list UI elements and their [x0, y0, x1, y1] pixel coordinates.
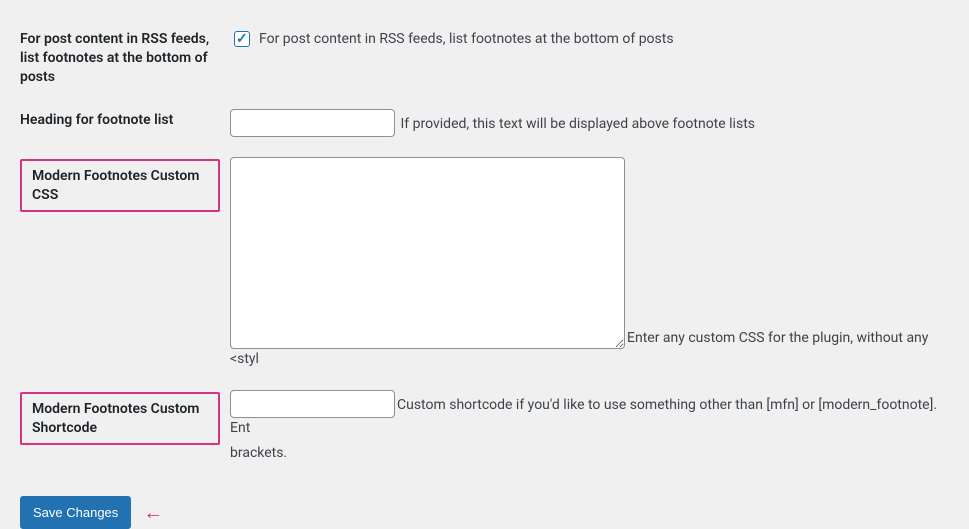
arrow-annotation-icon: ← — [143, 502, 163, 522]
row-custom-css: Modern Footnotes Custom CSS Enter any cu… — [20, 147, 949, 380]
heading-input[interactable] — [230, 109, 395, 137]
save-changes-button[interactable]: Save Changes — [20, 496, 131, 529]
rss-checkbox-label[interactable]: For post content in RSS feeds, list foot… — [230, 28, 949, 50]
submit-row: Save Changes ← — [20, 496, 949, 529]
row-label-shortcode: Modern Footnotes Custom Shortcode — [20, 392, 220, 446]
row-label-css: Modern Footnotes Custom CSS — [20, 159, 220, 213]
custom-css-textarea[interactable] — [230, 157, 625, 349]
row-rss-footnotes: For post content in RSS feeds, list foot… — [20, 18, 949, 99]
rss-checkbox-text: For post content in RSS feeds, list foot… — [259, 29, 674, 50]
row-custom-shortcode: Modern Footnotes Custom Shortcode Custom… — [20, 380, 949, 474]
row-label-heading: Heading for footnote list — [20, 112, 173, 128]
row-label-rss: For post content in RSS feeds, list foot… — [20, 31, 209, 85]
shortcode-input[interactable] — [230, 390, 395, 418]
settings-form-table: For post content in RSS feeds, list foot… — [20, 18, 949, 474]
row-heading: Heading for footnote list If provided, t… — [20, 99, 949, 147]
shortcode-desc-2: brackets. — [230, 443, 949, 464]
rss-checkbox[interactable] — [234, 31, 250, 47]
heading-desc: If provided, this text will be displayed… — [400, 116, 755, 132]
